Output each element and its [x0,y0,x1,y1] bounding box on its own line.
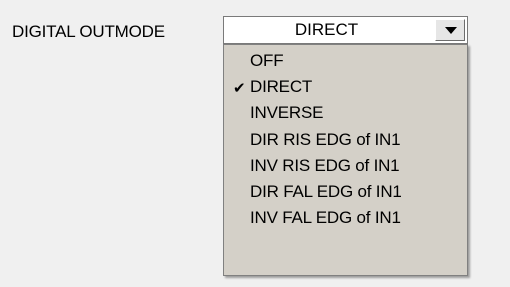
chevron-down-icon [445,27,457,34]
option-inv-ris-edg[interactable]: INV RIS EDG of IN1 [250,156,400,176]
dropdown-button[interactable] [435,19,465,41]
option-inv-fal-edg[interactable]: INV FAL EDG of IN1 [250,208,401,228]
selected-value: DIRECT [294,20,359,39]
digital-outmode-label: DIGITAL OUTMODE [12,22,165,41]
option-off[interactable]: OFF [250,51,284,71]
digital-outmode-select[interactable]: DIRECT [223,16,468,44]
option-inverse[interactable]: INVERSE [250,103,323,123]
option-direct[interactable]: DIRECT [250,77,312,97]
dropdown-list: OFF ✔ DIRECT INVERSE DIR RIS EDG of IN1 … [223,44,468,276]
checkmark-icon: ✔ [233,80,246,97]
option-dir-ris-edg[interactable]: DIR RIS EDG of IN1 [250,130,401,150]
option-dir-fal-edg[interactable]: DIR FAL EDG of IN1 [250,182,402,202]
